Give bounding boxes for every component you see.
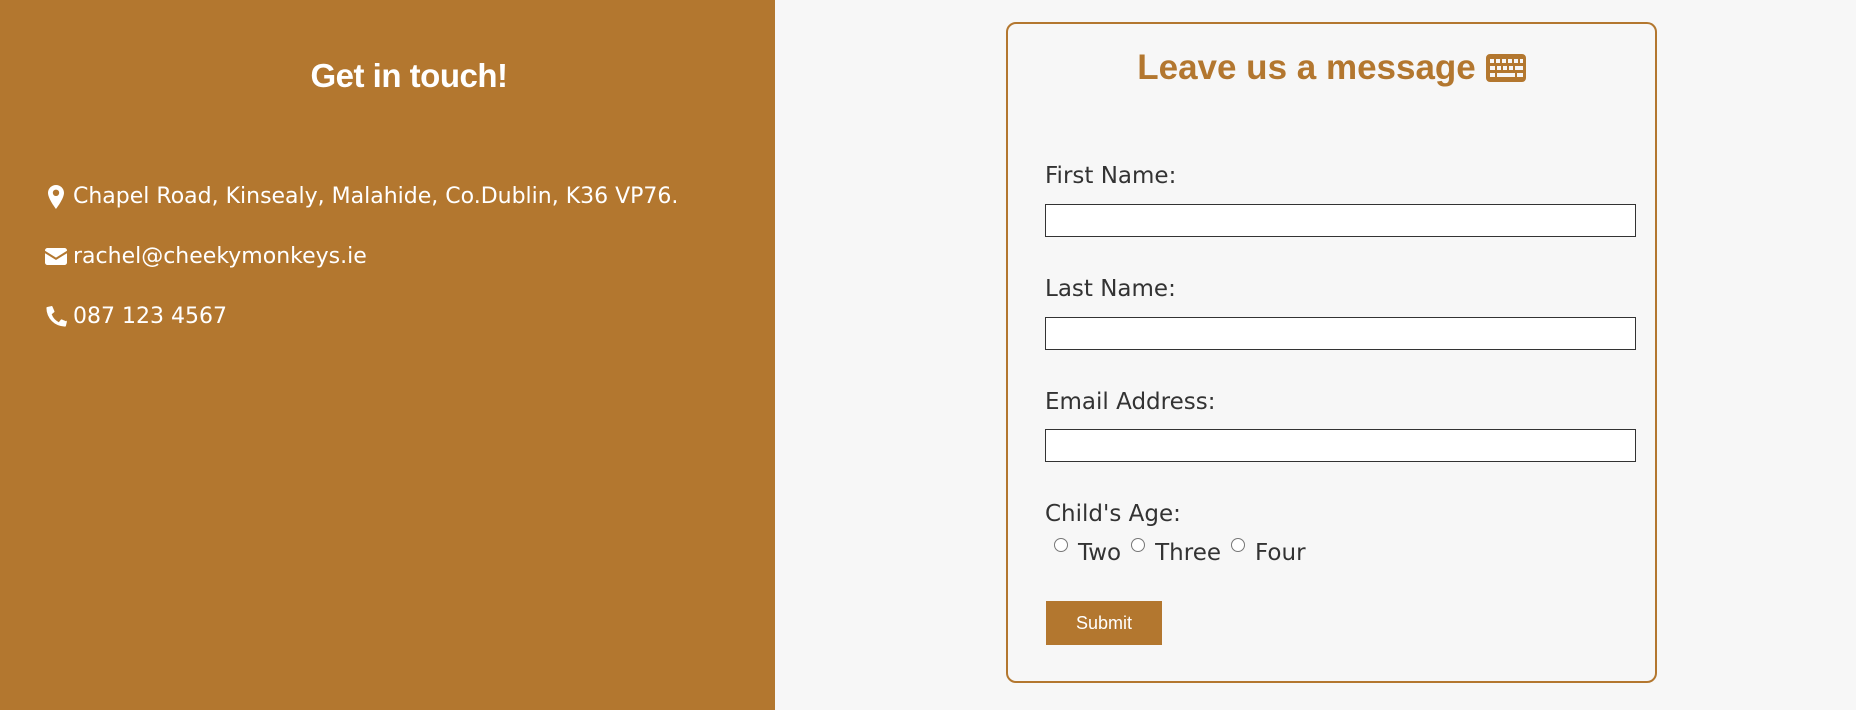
- keyboard-icon: [1485, 54, 1526, 82]
- email-label: Email Address:: [1045, 389, 1216, 415]
- email-input[interactable]: [1045, 429, 1636, 462]
- age-option-two[interactable]: Two: [1054, 538, 1122, 566]
- contact-address-text: Chapel Road, Kinsealy, Malahide, Co.Dubl…: [73, 184, 679, 209]
- first-name-label: First Name:: [1045, 163, 1177, 189]
- contact-phone: 087 123 4567: [44, 304, 227, 329]
- contact-panel: Get in touch! Chapel Road, Kinsealy, Mal…: [0, 0, 775, 710]
- phone-icon: [44, 306, 68, 327]
- map-marker-icon: [44, 184, 68, 209]
- age-option-label: Four: [1255, 540, 1306, 566]
- contact-address: Chapel Road, Kinsealy, Malahide, Co.Dubl…: [44, 184, 678, 209]
- first-name-input[interactable]: [1045, 204, 1636, 237]
- age-option-label: Two: [1078, 540, 1122, 566]
- last-name-label: Last Name:: [1045, 276, 1176, 302]
- contact-email-text: rachel@cheekymonkeys.ie: [73, 244, 367, 269]
- message-form: Leave us a message First Name: Last Name…: [1006, 22, 1657, 683]
- age-radio-four[interactable]: [1231, 538, 1246, 552]
- age-radio-two[interactable]: [1054, 538, 1068, 552]
- form-title: Leave us a message: [1008, 48, 1655, 88]
- age-option-four[interactable]: Four: [1231, 538, 1306, 566]
- last-name-input[interactable]: [1045, 317, 1636, 350]
- envelope-icon: [44, 248, 68, 265]
- child-age-options: Two Three Four: [1054, 538, 1316, 566]
- submit-button[interactable]: Submit: [1046, 601, 1162, 645]
- contact-title: Get in touch!: [310, 57, 508, 94]
- contact-email: rachel@cheekymonkeys.ie: [44, 244, 367, 269]
- age-option-three[interactable]: Three: [1131, 538, 1222, 566]
- child-age-label: Child's Age:: [1045, 501, 1181, 527]
- age-option-label: Three: [1155, 540, 1222, 566]
- contact-phone-text: 087 123 4567: [73, 304, 227, 329]
- form-title-text: Leave us a message: [1137, 48, 1476, 87]
- age-radio-three[interactable]: [1131, 538, 1146, 552]
